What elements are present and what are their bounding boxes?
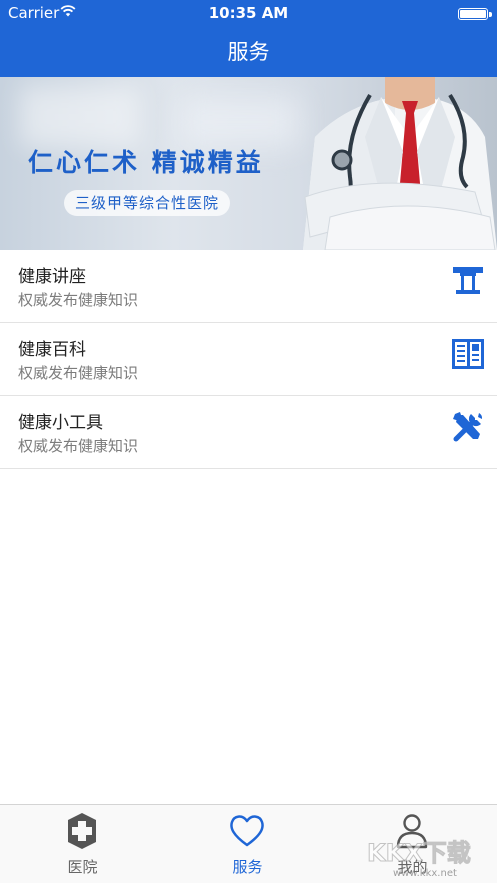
status-time: 10:35 AM <box>208 4 289 22</box>
watermark-url: www.kkx.net <box>393 868 457 879</box>
tab-label: 服务 <box>232 858 263 876</box>
watermark-text: KKX下载 <box>367 839 471 867</box>
service-list: 健康讲座 权威发布健康知识 健康百科 权威发布健康知识 健康小工具 权威发布健康… <box>0 250 497 469</box>
doctor-illustration <box>303 77 497 250</box>
banner-background-light <box>180 97 300 147</box>
hospital-level-badge: 三级甲等综合性医院 <box>64 190 231 216</box>
heart-icon <box>230 815 264 847</box>
battery-icon <box>458 8 492 20</box>
list-item-title: 健康百科 <box>18 340 86 360</box>
bottom-tab-bar: 医院 服务 我的 KKX下载 www.kkx.net <box>0 804 497 883</box>
list-item-title: 健康小工具 <box>18 413 103 433</box>
kkx-watermark-logo: KKX下载 www.kkx.net <box>367 839 472 880</box>
list-item-subtitle: 权威发布健康知识 <box>18 364 139 382</box>
list-item-subtitle: 权威发布健康知识 <box>18 291 139 309</box>
hospital-cross-icon <box>68 813 96 849</box>
tab-hospital[interactable]: 医院 <box>0 805 165 883</box>
lecture-podium-icon <box>453 267 483 294</box>
page-title: 服务 <box>227 40 270 64</box>
tab-services[interactable]: 服务 <box>165 805 330 883</box>
tab-label: 医院 <box>67 858 98 876</box>
navigation-header: Carrier 10:35 AM 服务 <box>0 0 497 77</box>
app-screen: Carrier 10:35 AM 服务 仁心仁术 精诚精益 三级甲等综合性医院 <box>0 0 497 883</box>
banner-slogan: 仁心仁术 精诚精益 <box>28 148 264 177</box>
list-item-health-encyclopedia[interactable]: 健康百科 权威发布健康知识 <box>0 323 497 396</box>
list-item-health-tools[interactable]: 健康小工具 权威发布健康知识 <box>0 396 497 469</box>
encyclopedia-book-icon <box>452 339 484 369</box>
list-item-health-lecture[interactable]: 健康讲座 权威发布健康知识 <box>0 250 497 323</box>
hospital-banner[interactable]: 仁心仁术 精诚精益 三级甲等综合性医院 <box>0 77 497 250</box>
tools-icon <box>453 412 483 442</box>
banner-background-light <box>20 87 140 147</box>
list-item-title: 健康讲座 <box>18 267 86 287</box>
list-item-subtitle: 权威发布健康知识 <box>18 437 139 455</box>
status-bar: Carrier 10:35 AM <box>0 0 497 26</box>
